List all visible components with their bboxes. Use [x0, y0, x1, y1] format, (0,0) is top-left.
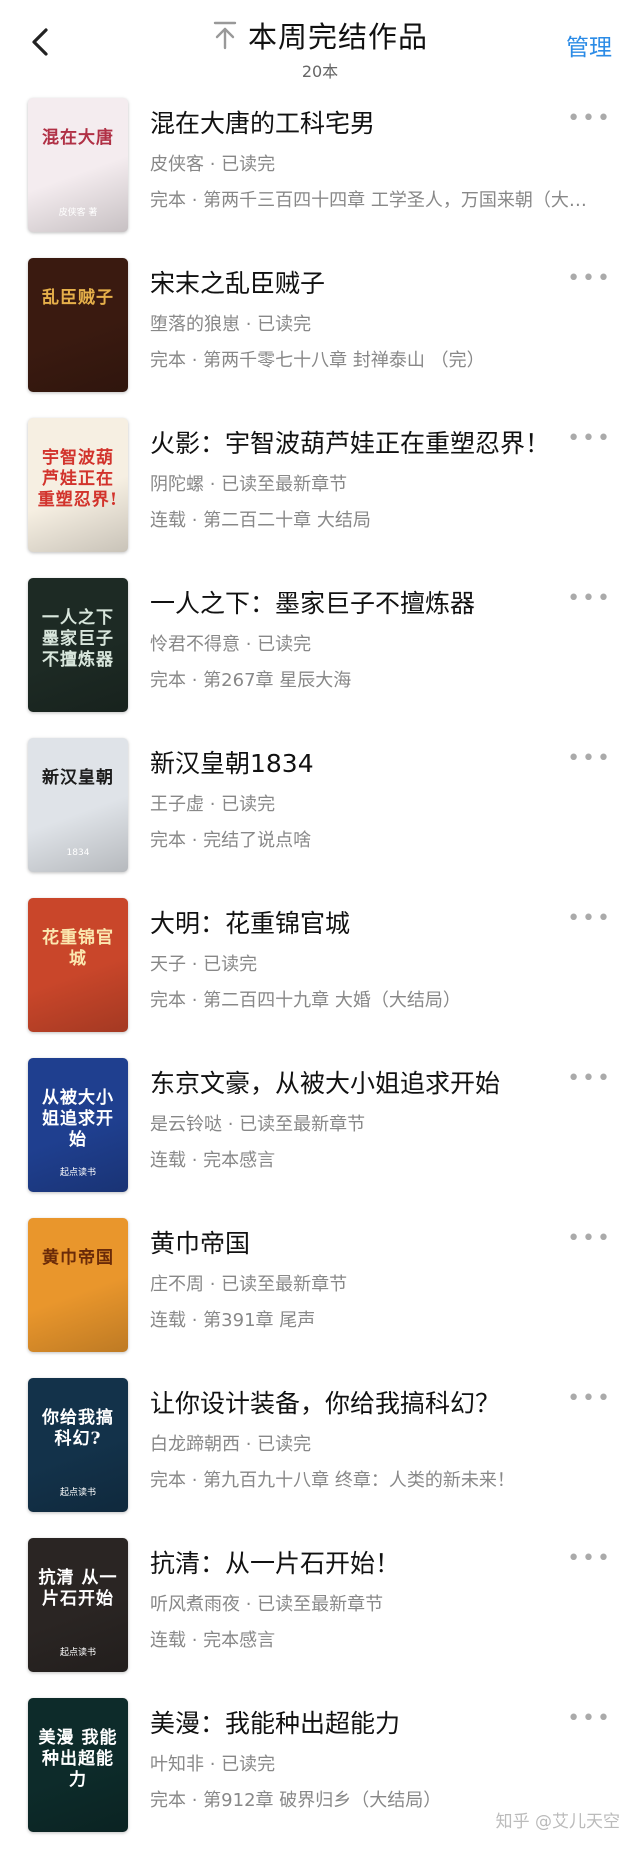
- book-title[interactable]: 大明：花重锦官城: [150, 904, 560, 940]
- book-list-item[interactable]: 宇智波葫芦娃正在重塑忍界! 火影：宇智波葫芦娃正在重塑忍界！ 阴陀螺 · 已读至…: [0, 410, 640, 570]
- book-list-item[interactable]: 一人之下 墨家巨子 不擅炼器 一人之下：墨家巨子不擅炼器 怜君不得意 · 已读完…: [0, 570, 640, 730]
- book-title[interactable]: 混在大唐的工科宅男: [150, 104, 560, 140]
- book-list-item[interactable]: 混在大唐 皮侠客 著 混在大唐的工科宅男 皮侠客 · 已读完 完本 · 第两千三…: [0, 90, 640, 250]
- cover-title-text: 花重锦官城: [42, 928, 114, 969]
- book-list-item[interactable]: 新汉皇朝 1834 新汉皇朝1834 王子虚 · 已读完 完本 · 完结了说点啥…: [0, 730, 640, 890]
- book-list-item[interactable]: 乱臣贼子 宋末之乱臣贼子 堕落的狼崽 · 已读完 完本 · 第两千零七十八章 封…: [0, 250, 640, 410]
- book-latest-chapter: 连载 · 完本感言: [150, 1630, 276, 1651]
- book-title[interactable]: 让你设计装备，你给我搞科幻？: [150, 1384, 560, 1420]
- book-title[interactable]: 一人之下：墨家巨子不擅炼器: [150, 584, 560, 620]
- title-block: 本周完结作品 20本: [0, 14, 640, 82]
- book-latest-chapter: 连载 · 第二百二十章 大结局: [150, 510, 371, 531]
- book-author-progress: 王子虚 · 已读完: [150, 794, 276, 815]
- book-author-progress: 阴陀螺 · 已读至最新章节: [150, 474, 348, 495]
- cover-title-text: 乱臣贼子: [42, 288, 114, 308]
- cover-title-text: 从被大小姐追求开始: [42, 1088, 114, 1150]
- page-title: 本周完结作品: [247, 20, 428, 54]
- book-cover[interactable]: 宇智波葫芦娃正在重塑忍界!: [28, 418, 128, 552]
- book-cover[interactable]: 一人之下 墨家巨子 不擅炼器: [28, 578, 128, 712]
- book-list-item[interactable]: 花重锦官城 大明：花重锦官城 天子 · 已读完 完本 · 第二百四十九章 大婚（…: [0, 890, 640, 1050]
- top-bar: 本周完结作品 20本 管理: [0, 0, 640, 82]
- watermark: 知乎 @艾儿天空: [495, 1812, 620, 1832]
- book-title[interactable]: 黄巾帝国: [150, 1224, 560, 1260]
- more-options-icon[interactable]: •••: [567, 1388, 612, 1410]
- book-cover[interactable]: 混在大唐 皮侠客 著: [28, 98, 128, 232]
- manage-button[interactable]: 管理: [566, 28, 612, 62]
- more-options-icon[interactable]: •••: [567, 748, 612, 770]
- cover-sub-text: 1834: [66, 848, 90, 858]
- book-cover[interactable]: 抗清 从一片石开始 起点读书: [28, 1538, 128, 1672]
- cover-title-text: 新汉皇朝: [42, 768, 114, 788]
- book-author-progress: 皮侠客 · 已读完: [150, 154, 276, 175]
- more-options-icon[interactable]: •••: [567, 1228, 612, 1250]
- pin-top-icon[interactable]: [212, 20, 238, 50]
- cover-sub-text: 起点读书: [59, 1488, 96, 1498]
- book-title[interactable]: 新汉皇朝1834: [150, 744, 560, 780]
- cover-title-text: 抗清 从一片石开始: [38, 1568, 118, 1609]
- book-author-progress: 白龙蹄朝西 · 已读完: [150, 1434, 312, 1455]
- more-options-icon[interactable]: •••: [567, 108, 612, 130]
- book-title[interactable]: 美漫：我能种出超能力: [150, 1704, 560, 1740]
- cover-sub-text: 皮侠客 著: [58, 208, 98, 218]
- book-list-item[interactable]: 黄巾帝国 黄巾帝国 庄不周 · 已读至最新章节 连载 · 第391章 尾声 ••…: [0, 1210, 640, 1370]
- book-author-progress: 天子 · 已读完: [150, 954, 258, 975]
- book-list-item[interactable]: 从被大小姐追求开始 起点读书 东京文豪，从被大小姐追求开始 是云铃哒 · 已读至…: [0, 1050, 640, 1210]
- cover-title-text: 一人之下 墨家巨子 不擅炼器: [42, 608, 114, 670]
- book-latest-chapter: 连载 · 第391章 尾声: [150, 1310, 316, 1331]
- book-title[interactable]: 抗清：从一片石开始！: [150, 1544, 560, 1580]
- more-options-icon[interactable]: •••: [567, 1068, 612, 1090]
- more-options-icon[interactable]: •••: [567, 428, 612, 450]
- book-cover[interactable]: 花重锦官城: [28, 898, 128, 1032]
- more-options-icon[interactable]: •••: [567, 1708, 612, 1730]
- cover-title-text: 宇智波葫芦娃正在重塑忍界!: [37, 448, 119, 510]
- book-author-progress: 庄不周 · 已读至最新章节: [150, 1274, 348, 1295]
- book-latest-chapter: 完本 · 第267章 星辰大海: [150, 670, 352, 691]
- book-author-progress: 听风煮雨夜 · 已读至最新章节: [150, 1594, 384, 1615]
- book-latest-chapter: 完本 · 完结了说点啥: [150, 830, 312, 851]
- book-cover[interactable]: 新汉皇朝 1834: [28, 738, 128, 872]
- book-author-progress: 堕落的狼崽 · 已读完: [150, 314, 312, 335]
- book-cover[interactable]: 从被大小姐追求开始 起点读书: [28, 1058, 128, 1192]
- book-cover[interactable]: 美漫 我能种出超能力: [28, 1698, 128, 1832]
- cover-sub-text: 起点读书: [59, 1648, 96, 1658]
- book-latest-chapter: 完本 · 第两千三百四十四章 工学圣人，万国来朝（大结局）: [150, 190, 600, 211]
- cover-title-text: 你给我搞科幻?: [42, 1408, 114, 1449]
- book-list-item[interactable]: 你给我搞科幻? 起点读书 让你设计装备，你给我搞科幻？ 白龙蹄朝西 · 已读完 …: [0, 1370, 640, 1530]
- more-options-icon[interactable]: •••: [567, 1548, 612, 1570]
- book-list-item[interactable]: 抗清 从一片石开始 起点读书 抗清：从一片石开始！ 听风煮雨夜 · 已读至最新章…: [0, 1530, 640, 1690]
- book-author-progress: 叶知非 · 已读完: [150, 1754, 276, 1775]
- book-title[interactable]: 东京文豪，从被大小姐追求开始: [150, 1064, 560, 1100]
- book-cover[interactable]: 乱臣贼子: [28, 258, 128, 392]
- book-title[interactable]: 宋末之乱臣贼子: [150, 264, 560, 300]
- cover-title-text: 黄巾帝国: [42, 1248, 114, 1268]
- book-latest-chapter: 完本 · 第九百九十八章 终章：人类的新未来！: [150, 1470, 515, 1491]
- cover-title-text: 美漫 我能种出超能力: [38, 1728, 118, 1790]
- book-author-progress: 怜君不得意 · 已读完: [150, 634, 312, 655]
- book-author-progress: 是云铃哒 · 已读至最新章节: [150, 1114, 366, 1135]
- book-latest-chapter: 连载 · 完本感言: [150, 1150, 276, 1171]
- book-count: 20本: [301, 62, 339, 81]
- cover-title-text: 混在大唐: [42, 128, 114, 148]
- book-list: 混在大唐 皮侠客 著 混在大唐的工科宅男 皮侠客 · 已读完 完本 · 第两千三…: [0, 90, 640, 1850]
- book-title[interactable]: 火影：宇智波葫芦娃正在重塑忍界！: [150, 424, 560, 460]
- more-options-icon[interactable]: •••: [567, 268, 612, 290]
- more-options-icon[interactable]: •••: [567, 588, 612, 610]
- cover-sub-text: 起点读书: [59, 1168, 96, 1178]
- book-cover[interactable]: 你给我搞科幻? 起点读书: [28, 1378, 128, 1512]
- book-latest-chapter: 完本 · 第两千零七十八章 封禅泰山 （完）: [150, 350, 485, 371]
- book-cover[interactable]: 黄巾帝国: [28, 1218, 128, 1352]
- book-latest-chapter: 完本 · 第二百四十九章 大婚（大结局）: [150, 990, 461, 1011]
- more-options-icon[interactable]: •••: [567, 908, 612, 930]
